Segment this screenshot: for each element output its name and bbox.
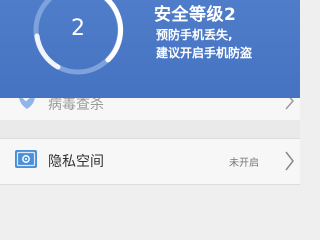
security-title: 安全等级2: [154, 5, 237, 25]
security-tip-line-1: 预防手机丢失,: [156, 28, 233, 42]
status-text: 未开启: [229, 158, 259, 169]
divider: [0, 184, 300, 185]
list-item-label: 病毒查杀: [48, 98, 104, 113]
list-item-label: 隐私空间: [48, 154, 104, 170]
privacy-vault-icon: [14, 147, 38, 171]
gauge-ring-icon: [33, 0, 124, 75]
shield-icon: [16, 98, 38, 110]
chevron-right-icon: [285, 98, 295, 114]
security-level-value: 2: [71, 16, 85, 41]
chevron-right-icon: [285, 151, 295, 175]
section-gap: [0, 120, 300, 139]
security-level-gauge[interactable]: 2: [28, 0, 128, 92]
list-item-virus-scan[interactable]: 病毒查杀: [0, 98, 300, 120]
security-tip-line-2: 建议开启手机防盗: [156, 46, 253, 60]
security-header[interactable]: 2 安全等级2 预防手机丢失, 建议开启手机防盗: [0, 0, 300, 98]
list-item-privacy-space[interactable]: 隐私空间 未开启: [0, 139, 300, 184]
